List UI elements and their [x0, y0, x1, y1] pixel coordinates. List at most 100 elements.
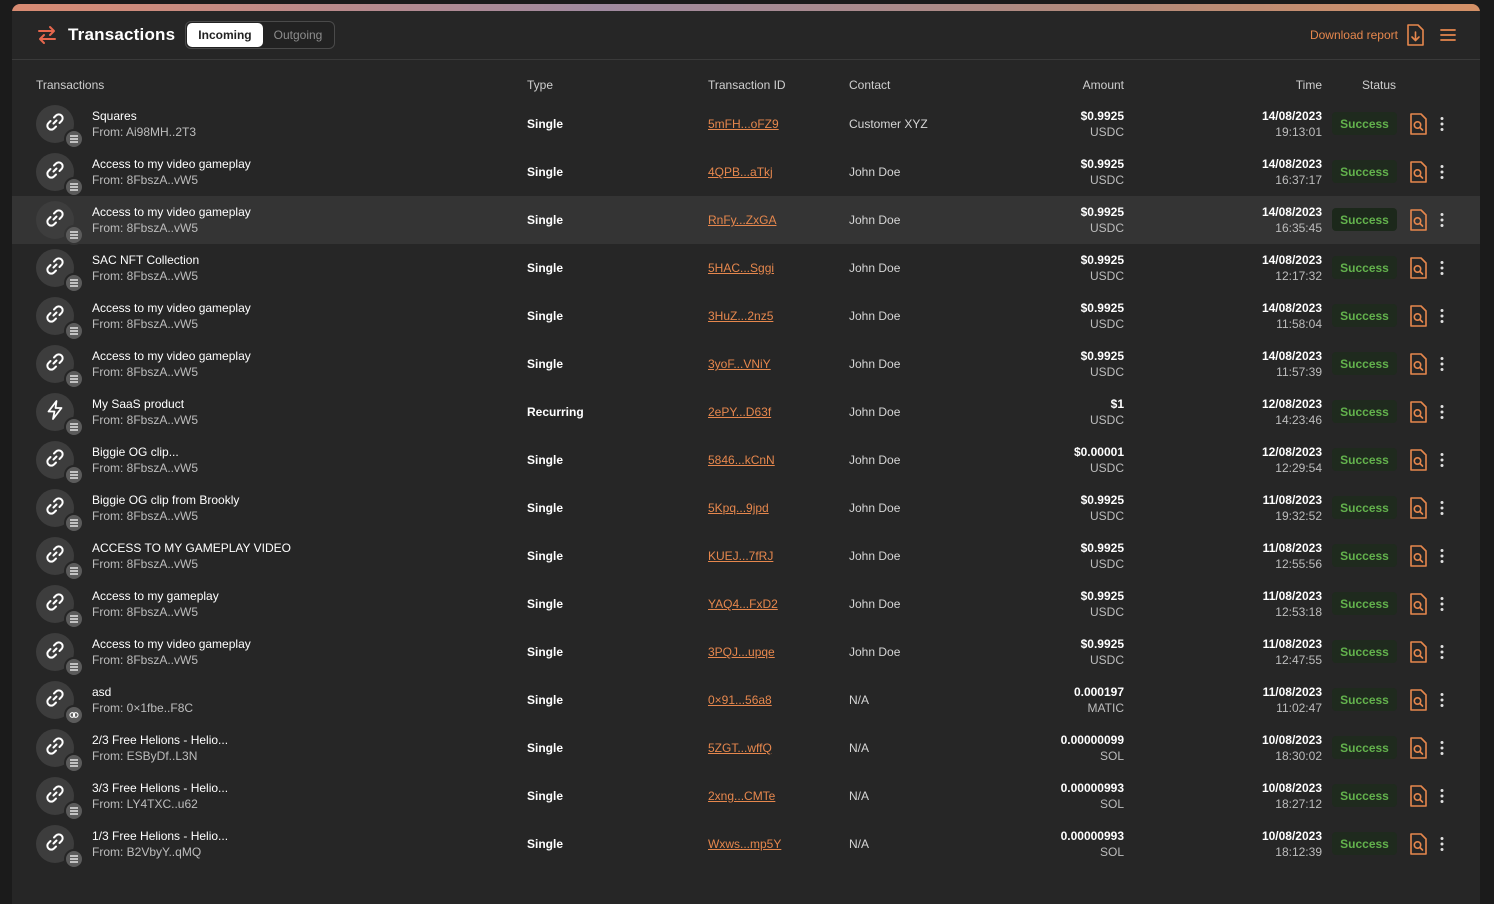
more-options-icon[interactable] [1438, 739, 1446, 757]
view-receipt-icon[interactable] [1409, 833, 1427, 855]
download-report-link[interactable]: Download report [1310, 28, 1398, 42]
token-icon [69, 802, 79, 820]
transaction-sender: From: 8FbszA..vW5 [92, 557, 199, 571]
hamburger-menu-icon[interactable] [1440, 28, 1456, 42]
tab-outgoing[interactable]: Outgoing [263, 23, 334, 47]
view-receipt-icon[interactable] [1409, 305, 1427, 327]
table-row[interactable]: Access to my video gameplay From: 8FbszA… [12, 196, 1480, 245]
transaction-id-link[interactable]: 3PQJ...upqe [708, 645, 775, 659]
more-options-icon[interactable] [1438, 595, 1446, 613]
table-row[interactable]: SAC NFT Collection From: 8FbszA..vW5 Sin… [12, 244, 1480, 293]
table-row[interactable]: Access to my video gameplay From: 8FbszA… [12, 628, 1480, 677]
panel-header: Transactions Incoming Outgoing Download … [12, 11, 1480, 60]
view-receipt-icon[interactable] [1409, 689, 1427, 711]
column-transaction-id[interactable]: Transaction ID [708, 78, 786, 92]
transaction-id-link[interactable]: 5HAC...Sggi [708, 261, 774, 275]
token-icon [69, 370, 79, 388]
transaction-id-link[interactable]: 5846...kCnN [708, 453, 775, 467]
token-icon [69, 610, 79, 628]
direction-toggle: Incoming Outgoing [185, 21, 336, 49]
token-icon [69, 322, 79, 340]
transaction-name: asd [92, 685, 112, 699]
table-row[interactable]: Access to my video gameplay From: 8FbszA… [12, 148, 1480, 197]
tab-incoming[interactable]: Incoming [187, 23, 263, 47]
transaction-id-link[interactable]: 0×91...56a8 [708, 693, 772, 707]
transaction-currency: USDC [1089, 365, 1124, 379]
column-time[interactable]: Time [1296, 78, 1322, 92]
more-options-icon[interactable] [1438, 163, 1446, 181]
transaction-type: Single [527, 837, 564, 851]
view-receipt-icon[interactable] [1409, 737, 1427, 759]
more-options-icon[interactable] [1438, 547, 1446, 565]
view-receipt-icon[interactable] [1409, 497, 1427, 519]
transaction-type: Single [527, 549, 564, 563]
transaction-date: 11/08/2023 [1262, 493, 1322, 507]
table-row[interactable]: 2/3 Free Helions - Helio... From: ESByDf… [12, 724, 1480, 773]
view-receipt-icon[interactable] [1409, 785, 1427, 807]
table-row[interactable]: Biggie OG clip from Brookly From: 8FbszA… [12, 484, 1480, 533]
transaction-sender: From: LY4TXC..u62 [92, 797, 198, 811]
table-row[interactable]: Access to my gameplay From: 8FbszA..vW5 … [12, 580, 1480, 629]
table-row[interactable]: Access to my video gameplay From: 8FbszA… [12, 340, 1480, 389]
table-row[interactable]: asd From: 0×1fbe..F8C Single 0×91...56a8… [12, 676, 1480, 725]
view-receipt-icon[interactable] [1409, 449, 1427, 471]
table-row[interactable]: Squares From: Ai98MH..2T3 Single 5mFH...… [12, 100, 1480, 149]
transaction-id-link[interactable]: 5mFH...oFZ9 [708, 117, 779, 131]
transaction-id-link[interactable]: 3yoF...VNiY [708, 357, 771, 371]
view-receipt-icon[interactable] [1409, 257, 1427, 279]
transaction-amount: $0.00001 [1073, 445, 1124, 459]
table-row[interactable]: Biggie OG clip... From: 8FbszA..vW5 Sing… [12, 436, 1480, 485]
view-receipt-icon[interactable] [1409, 401, 1427, 423]
more-options-icon[interactable] [1438, 835, 1446, 853]
view-receipt-icon[interactable] [1409, 593, 1427, 615]
transaction-id-link[interactable]: 5Kpq...9jpd [708, 501, 769, 515]
transaction-id-link[interactable]: 3HuZ...2nz5 [708, 309, 773, 323]
more-options-icon[interactable] [1438, 691, 1446, 709]
more-options-icon[interactable] [1438, 259, 1446, 277]
table-row[interactable]: 3/3 Free Helions - Helio... From: LY4TXC… [12, 772, 1480, 821]
transaction-id-link[interactable]: 4QPB...aTkj [708, 165, 773, 179]
transaction-id-link[interactable]: Wxws...mp5Y [708, 837, 781, 851]
view-receipt-icon[interactable] [1409, 113, 1427, 135]
transaction-id-link[interactable]: 2ePY...D63f [708, 405, 771, 419]
more-options-icon[interactable] [1438, 643, 1446, 661]
transaction-contact: John Doe [849, 213, 901, 227]
transaction-id-link[interactable]: KUEJ...7fRJ [708, 549, 773, 563]
link-icon [45, 592, 65, 617]
more-options-icon[interactable] [1438, 403, 1446, 421]
column-status[interactable]: Status [1362, 78, 1396, 92]
table-row[interactable]: My SaaS product From: 8FbszA..vW5 Recurr… [12, 388, 1480, 437]
more-options-icon[interactable] [1438, 307, 1446, 325]
column-transactions[interactable]: Transactions [36, 78, 104, 92]
view-receipt-icon[interactable] [1409, 353, 1427, 375]
transaction-type: Single [527, 117, 564, 131]
transaction-amount: 0.00000993 [1060, 829, 1124, 843]
currency-badge [64, 369, 84, 389]
table-row[interactable]: Access to my video gameplay From: 8FbszA… [12, 292, 1480, 341]
view-receipt-icon[interactable] [1409, 209, 1427, 231]
table-row[interactable]: ACCESS TO MY GAMEPLAY VIDEO From: 8FbszA… [12, 532, 1480, 581]
status-badge: Success [1332, 304, 1397, 327]
view-receipt-icon[interactable] [1409, 641, 1427, 663]
transaction-id-link[interactable]: 5ZGT...wffQ [708, 741, 772, 755]
download-file-icon[interactable] [1406, 24, 1424, 46]
transaction-time: 16:37:17 [1275, 173, 1322, 187]
view-receipt-icon[interactable] [1409, 545, 1427, 567]
link-icon [45, 832, 65, 857]
transaction-id-link[interactable]: 2xng...CMTe [708, 789, 775, 803]
more-options-icon[interactable] [1438, 115, 1446, 133]
column-amount[interactable]: Amount [1083, 78, 1124, 92]
more-options-icon[interactable] [1438, 211, 1446, 229]
column-type[interactable]: Type [527, 78, 553, 92]
table-row[interactable]: 1/3 Free Helions - Helio... From: B2VbyY… [12, 820, 1480, 869]
more-options-icon[interactable] [1438, 451, 1446, 469]
transaction-sender: From: 8FbszA..vW5 [92, 365, 199, 379]
token-icon [69, 466, 79, 484]
more-options-icon[interactable] [1438, 355, 1446, 373]
transaction-id-link[interactable]: RnFy...ZxGA [708, 213, 776, 227]
transaction-id-link[interactable]: YAQ4...FxD2 [708, 597, 778, 611]
more-options-icon[interactable] [1438, 787, 1446, 805]
view-receipt-icon[interactable] [1409, 161, 1427, 183]
more-options-icon[interactable] [1438, 499, 1446, 517]
column-contact[interactable]: Contact [849, 78, 890, 92]
